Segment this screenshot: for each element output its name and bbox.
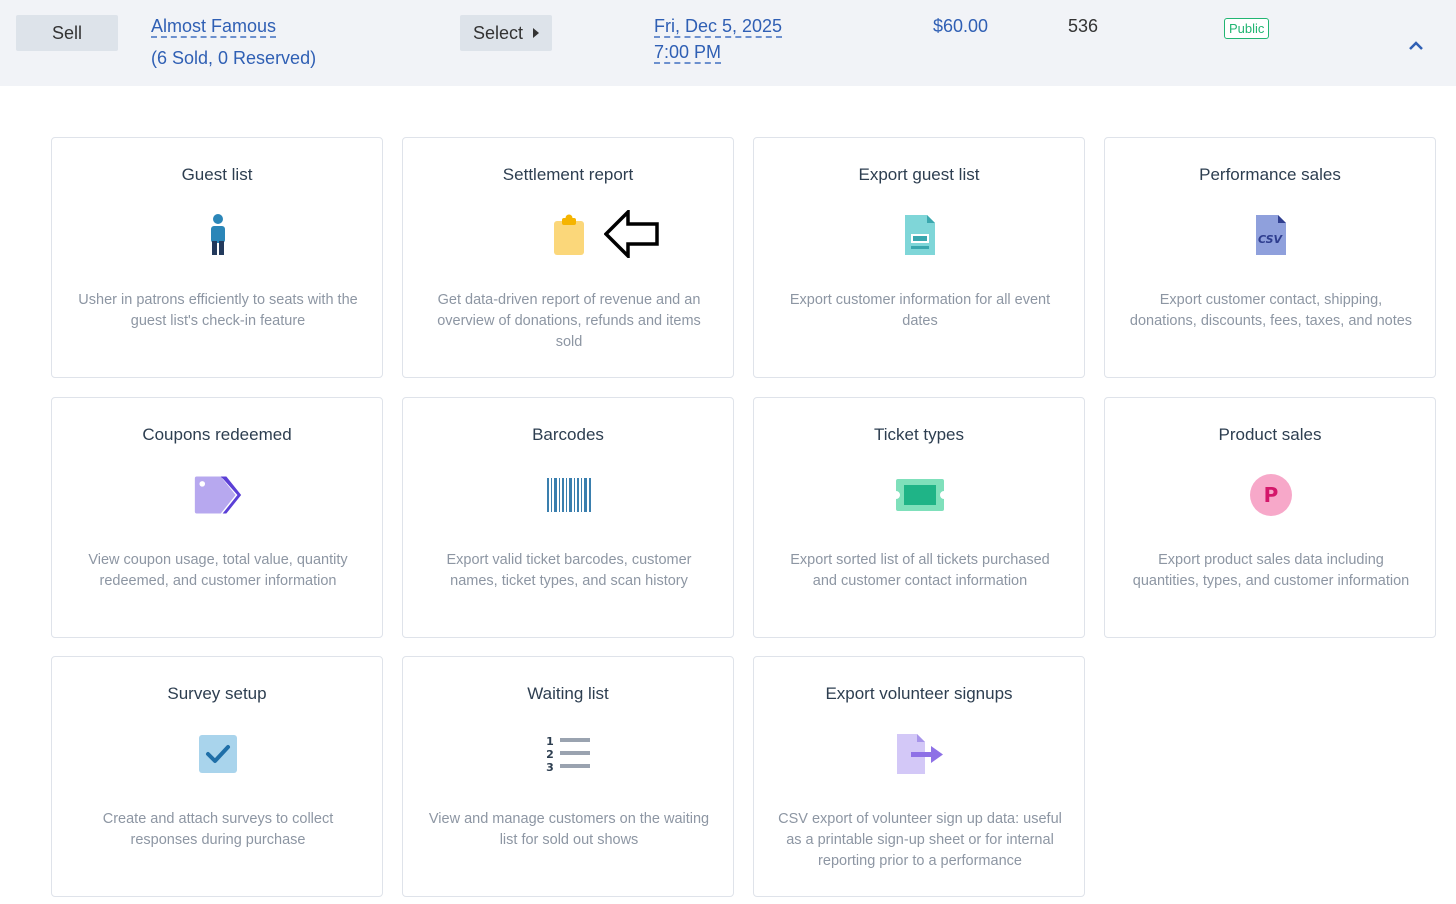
- svg-text:1: 1: [546, 735, 554, 748]
- person-icon: [193, 212, 243, 258]
- file-export-arrow-icon: [895, 731, 945, 777]
- card-description: CSV export of volunteer sign up data: us…: [778, 811, 1062, 869]
- card-title: Ticket types: [873, 425, 965, 444]
- card-description: View and manage customers on the waiting…: [428, 811, 710, 848]
- document-export-icon: [895, 212, 945, 258]
- event-sold-count: (6 Sold, 0 Reserved): [151, 48, 317, 68]
- card-description: Get data-driven report of revenue and an…: [437, 292, 701, 350]
- card-description: Export product sales data including quan…: [1132, 552, 1410, 589]
- card-product-sales[interactable]: Product sales P Export product sales dat…: [1104, 397, 1436, 638]
- card-title: Export guest list: [858, 165, 980, 184]
- card-performance-sales[interactable]: Performance sales CSV Export customer co…: [1104, 137, 1436, 378]
- card-description: Create and attach surveys to collect res…: [102, 811, 334, 848]
- card-guest-list[interactable]: Guest list Usher in patrons efficiently …: [51, 137, 383, 378]
- numbered-list-icon: 1 2 3: [544, 731, 594, 777]
- svg-text:CSV: CSV: [1258, 233, 1284, 246]
- svg-text:P: P: [1264, 483, 1279, 507]
- svg-text:2: 2: [546, 748, 554, 761]
- card-coupons-redeemed[interactable]: Coupons redeemed View coupon usage, tota…: [51, 397, 383, 638]
- card-barcodes[interactable]: Barcodes Export valid ticket barcodes, c…: [402, 397, 734, 638]
- card-description: Usher in patrons efficiently to seats wi…: [78, 292, 358, 329]
- tags-icon: [193, 472, 243, 518]
- ticket-price: $60.00: [933, 16, 989, 36]
- card-title: Coupons redeemed: [142, 425, 292, 444]
- card-title: Performance sales: [1199, 165, 1341, 184]
- select-dropdown-button[interactable]: Select: [460, 15, 552, 51]
- chevron-up-icon[interactable]: [1406, 38, 1426, 52]
- card-description: Export customer contact, shipping, donat…: [1129, 292, 1413, 329]
- product-p-icon: P: [1246, 472, 1296, 518]
- barcode-icon: [544, 472, 594, 518]
- card-title: Product sales: [1218, 425, 1322, 444]
- card-survey-setup[interactable]: Survey setup Create and attach surveys t…: [51, 656, 383, 897]
- card-export-guest-list[interactable]: Export guest list Export customer inform…: [753, 137, 1085, 378]
- checkbox-icon: [193, 731, 243, 777]
- event-row: Sell Almost Famous (6 Sold, 0 Reserved) …: [0, 0, 1456, 86]
- card-waiting-list[interactable]: Waiting list 1 2 3 View and manage custo…: [402, 656, 734, 897]
- card-ticket-types[interactable]: Ticket types Export sorted list of all t…: [753, 397, 1085, 638]
- event-title-link[interactable]: Almost Famous: [151, 16, 276, 37]
- clipboard-icon: [544, 212, 594, 258]
- card-description: Export customer information for all even…: [789, 292, 1051, 329]
- card-title: Guest list: [181, 165, 253, 184]
- card-title: Settlement report: [502, 165, 634, 184]
- card-title: Waiting list: [527, 684, 609, 703]
- caret-right-icon: [533, 28, 540, 38]
- card-export-volunteer-signups[interactable]: Export volunteer signups CSV export of v…: [753, 656, 1085, 897]
- sell-button[interactable]: Sell: [16, 15, 118, 51]
- card-title: Barcodes: [532, 425, 604, 444]
- capacity-count: 536: [1068, 16, 1099, 36]
- card-title: Export volunteer signups: [825, 684, 1013, 703]
- left-arrow-annotation-icon: [604, 210, 659, 258]
- select-label: Select: [472, 22, 524, 43]
- card-settlement-report[interactable]: Settlement report Get data-driven report…: [402, 137, 734, 378]
- svg-text:3: 3: [546, 761, 554, 774]
- card-description: Export sorted list of all tickets purcha…: [790, 552, 1050, 589]
- public-badge: Public: [1224, 18, 1270, 39]
- csv-file-icon: CSV: [1246, 212, 1296, 258]
- event-date-link[interactable]: Fri, Dec 5, 2025: [654, 16, 782, 37]
- card-description: View coupon usage, total value, quantity…: [88, 552, 348, 589]
- card-title: Survey setup: [167, 684, 267, 703]
- event-time-link[interactable]: 7:00 PM: [654, 42, 721, 63]
- ticket-icon: [895, 472, 945, 518]
- card-description: Export valid ticket barcodes, customer n…: [446, 552, 692, 589]
